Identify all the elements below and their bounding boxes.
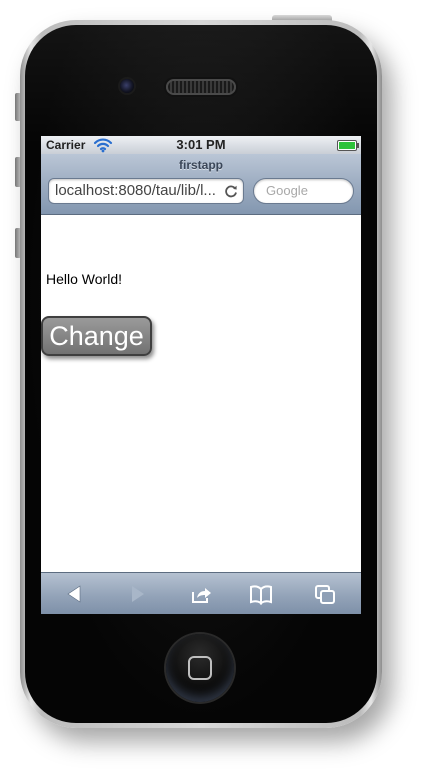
hello-text: Hello World! (46, 271, 122, 287)
bookmarks-icon[interactable] (249, 583, 273, 605)
url-field[interactable]: localhost:8080/tau/lib/l... (48, 178, 244, 204)
status-time: 3:01 PM (176, 137, 226, 152)
reload-icon[interactable] (224, 184, 238, 198)
home-square-icon (188, 656, 212, 680)
browser-navbar: firstapp localhost:8080/tau/lib/l... Goo… (41, 154, 361, 215)
front-camera (120, 79, 134, 93)
back-arrow-icon[interactable] (63, 583, 87, 605)
screen: Carrier 3:01 PM firstapp localhost:8080/… (41, 136, 361, 614)
battery-tip (357, 143, 359, 148)
battery-icon (337, 140, 359, 151)
share-icon[interactable] (189, 583, 213, 605)
page-title: firstapp (178, 158, 223, 172)
earpiece-speaker (166, 79, 236, 95)
change-button[interactable]: Change (41, 316, 152, 356)
url-text: localhost:8080/tau/lib/l... (55, 182, 216, 199)
forward-arrow-icon[interactable] (125, 583, 149, 605)
status-bar: Carrier 3:01 PM (41, 136, 361, 154)
battery-fill (339, 142, 355, 149)
web-content: Hello World! Change (41, 215, 361, 572)
search-input[interactable]: Google (253, 178, 354, 204)
home-button[interactable] (166, 634, 234, 702)
tabs-icon[interactable] (313, 583, 337, 605)
browser-toolbar (41, 572, 361, 614)
